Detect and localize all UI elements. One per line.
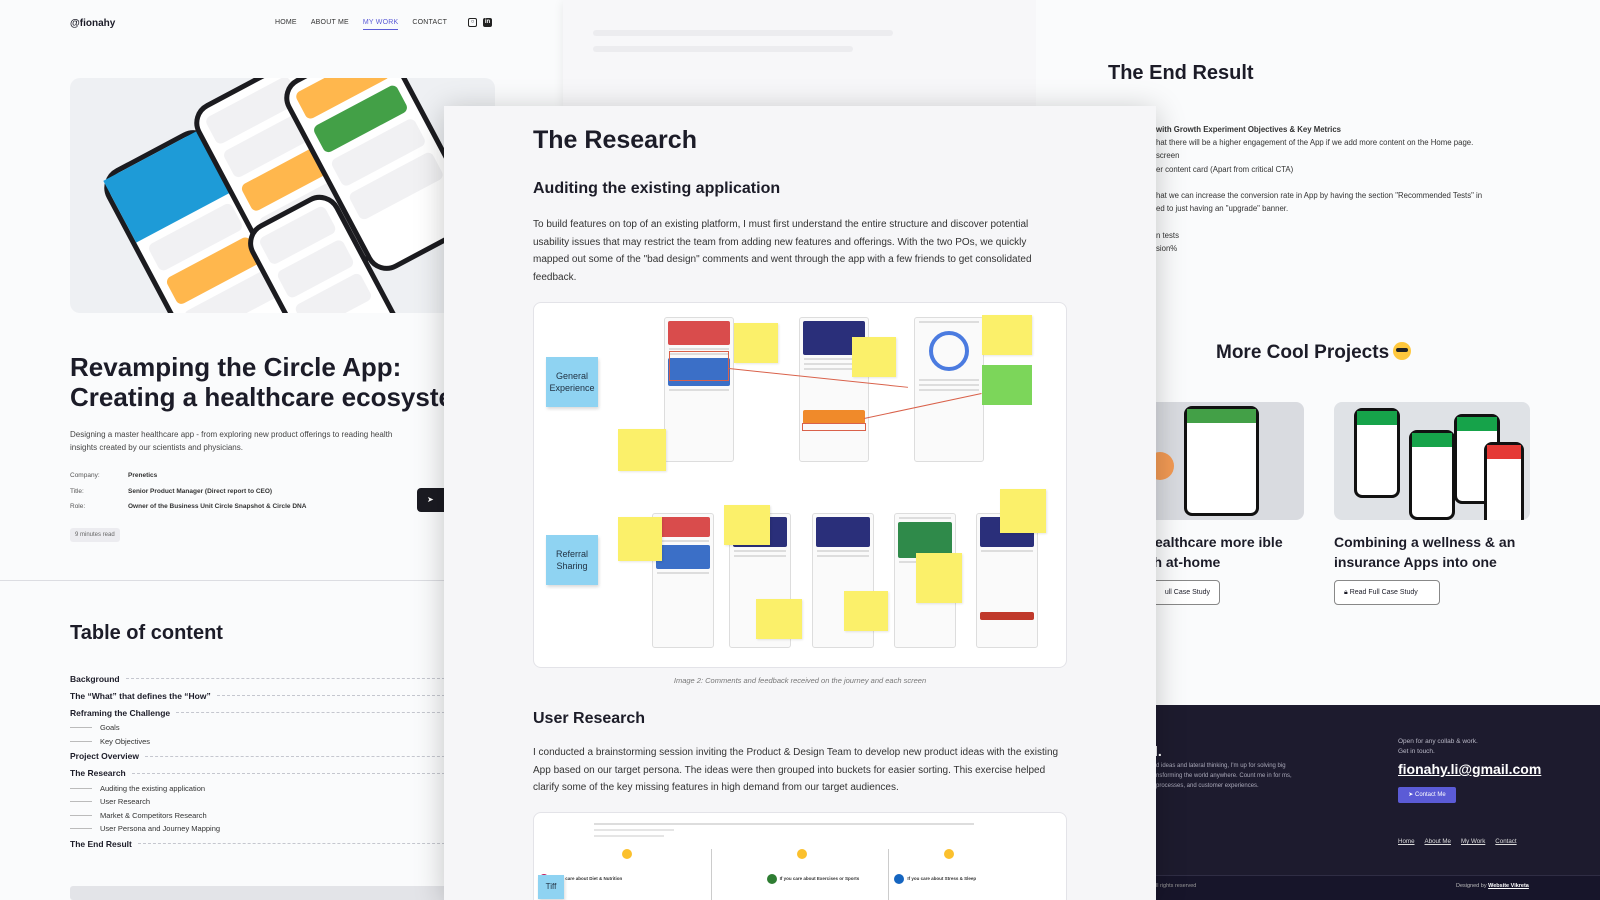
image-caption: Image 2: Comments and feedback received …: [673, 676, 927, 685]
toc-item[interactable]: Project Overview: [70, 748, 450, 765]
contact-me-button[interactable]: ➤ Contact Me: [1398, 787, 1456, 803]
nav-home[interactable]: HOME: [275, 19, 297, 30]
footer-link-contact[interactable]: Contact: [1495, 838, 1516, 845]
toc-subitem[interactable]: Goals: [70, 721, 450, 734]
background-page: [563, 0, 1036, 106]
footer-link-work[interactable]: My Work: [1461, 838, 1485, 845]
nav-about-me[interactable]: ABOUT ME: [311, 19, 349, 30]
sunglasses-emoji-icon: [1393, 342, 1412, 360]
sticky-note: General Experience: [546, 357, 598, 407]
designer-link[interactable]: Website Vikreta: [1488, 883, 1529, 889]
lock-icon: 🔒︎: [1344, 589, 1348, 596]
toc-subitem[interactable]: Market & Competitors Research: [70, 809, 450, 822]
linkedin-icon[interactable]: in: [483, 18, 492, 27]
divider: [70, 886, 450, 900]
toc-item[interactable]: The End Result: [70, 835, 450, 852]
toc-subitem[interactable]: User Research: [70, 795, 450, 808]
project-title[interactable]: Combining a wellness & an insurance Apps…: [1334, 532, 1534, 572]
instagram-icon[interactable]: ○: [468, 18, 477, 27]
table-of-contents: Background The “What” that defines the “H…: [70, 670, 450, 852]
footer-links: Home About Me My Work Contact: [1398, 838, 1517, 845]
project-title[interactable]: g healthcare more ible with at-home: [1134, 532, 1304, 572]
project-thumbnail[interactable]: [1136, 402, 1304, 520]
toc-title: Table of content: [70, 622, 223, 644]
send-icon: ➤: [427, 495, 434, 504]
toc-item[interactable]: The Research: [70, 765, 450, 782]
designed-by-text: Designed by Website Vikreta: [1456, 883, 1529, 889]
section-heading: The Research: [533, 126, 697, 154]
footer-cta-text: Open for any collab & work. Get in touch.: [1398, 738, 1478, 755]
toc-subitem[interactable]: Auditing the existing application: [70, 782, 450, 795]
brainstorm-board-image[interactable]: If you care about Diet & Nutrition If yo…: [533, 812, 1067, 900]
end-result-text: with Growth Experiment Objectives & Key …: [1156, 125, 1483, 253]
footer-link-about[interactable]: About Me: [1425, 838, 1451, 845]
toc-subitem[interactable]: Key Objectives: [70, 734, 450, 747]
read-time-badge: 9 minutes read: [70, 528, 120, 542]
brainstorm-column-title: If you care about Exercises or Sports: [779, 876, 860, 881]
toc-item[interactable]: The “What” that defines the “How”: [70, 687, 450, 704]
sticky-note: Tiff: [538, 875, 564, 899]
page-title: Revamping the Circle App: Creating a hea…: [70, 352, 453, 412]
email-link[interactable]: fionahy.li@gmail.com: [1398, 761, 1541, 777]
top-nav: @fionahy HOME ABOUT ME MY WORK CONTACT ○…: [70, 18, 500, 38]
page-description: Designing a master healthcare app - from…: [70, 430, 393, 452]
paragraph: I conducted a brainstorming session invi…: [533, 747, 1059, 793]
nav-my-work[interactable]: MY WORK: [362, 19, 399, 30]
paragraph: To build features on top of an existing …: [533, 219, 1032, 283]
nav-contact[interactable]: CONTACT: [412, 19, 447, 30]
sticky-note: Referral Sharing: [546, 535, 598, 585]
project-meta: Company: Prenetics Title: Senior Product M…: [70, 472, 307, 510]
project-thumbnail[interactable]: [1334, 402, 1530, 520]
read-case-study-button[interactable]: 🔒︎ Read Full Case Study: [1334, 580, 1440, 605]
send-icon: ➤: [1408, 792, 1414, 798]
footer-blurb: d ideas and lateral thinking, I'm up for…: [1156, 763, 1292, 789]
end-result-heading: The End Result: [1108, 62, 1254, 84]
research-section-panel: The Research Auditing the existing appli…: [444, 106, 1156, 900]
brainstorm-column-title: If you care about Stress & Sleep: [907, 876, 977, 881]
site-logo[interactable]: @fionahy: [70, 18, 115, 29]
feedback-board-image[interactable]: General Experience Referral Sharing: [533, 302, 1067, 668]
toc-item[interactable]: Background: [70, 670, 450, 687]
more-projects-heading: More Cool Projects: [1216, 342, 1412, 364]
toc-subitem[interactable]: User Persona and Journey Mapping: [70, 822, 450, 835]
hero-image: [70, 78, 495, 313]
subsection-heading: User Research: [533, 710, 646, 727]
footer-link-home[interactable]: Home: [1398, 838, 1415, 845]
toc-item[interactable]: Reframing the Challenge: [70, 704, 450, 721]
subsection-heading: Auditing the existing application: [533, 180, 781, 197]
copyright-text: ll rights reserved: [1156, 883, 1197, 889]
